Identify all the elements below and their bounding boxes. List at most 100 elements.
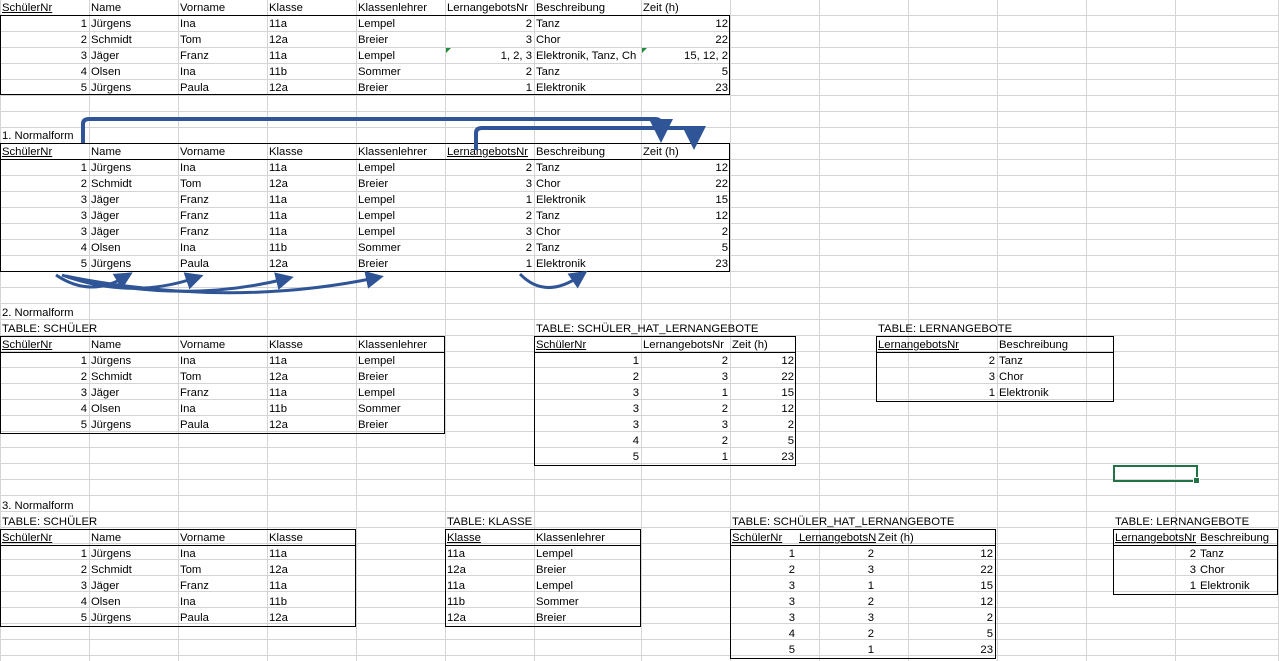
nf1-cell[interactable]: 4 — [2, 240, 89, 256]
nf3-hat-cell[interactable]: 3 — [732, 578, 797, 594]
nf1-cell[interactable]: 12 — [643, 160, 730, 176]
nf2-hat-cell[interactable]: 3 — [536, 385, 641, 401]
nf3-lern-caption[interactable]: TABLE: LERNANGEBOTE — [1115, 514, 1279, 530]
nf1-cell[interactable]: 12 — [643, 208, 730, 224]
nf3-hat-cell[interactable]: 3 — [799, 562, 876, 578]
nf3-hat-header[interactable]: LernangebotsNr — [799, 530, 876, 546]
nf3-klasse-header[interactable]: Klassenlehrer — [536, 530, 641, 546]
original-cell[interactable]: Lempel — [358, 16, 445, 32]
nf2-hat-cell[interactable]: 4 — [536, 433, 641, 449]
nf1-cell[interactable]: Jürgens — [91, 160, 178, 176]
nf3-hat-cell[interactable]: 3 — [732, 610, 797, 626]
nf1-cell[interactable]: Tanz — [536, 160, 641, 176]
nf3-hat-cell[interactable]: 5 — [878, 626, 995, 642]
original-header[interactable]: SchülerNr — [2, 0, 89, 16]
original-header[interactable]: Klasse — [269, 0, 356, 16]
nf1-title[interactable]: 1. Normalform — [2, 128, 120, 144]
nf3-klasse-caption[interactable]: TABLE: KLASSE — [447, 514, 595, 530]
nf1-cell[interactable]: Jäger — [91, 224, 178, 240]
nf3-hat-cell[interactable]: 23 — [878, 642, 995, 658]
nf3-hat-cell[interactable]: 3 — [732, 594, 797, 610]
nf2-schueler-cell[interactable]: Lempel — [358, 353, 445, 369]
original-cell[interactable]: 1, 2, 3 — [447, 48, 534, 64]
original-cell[interactable]: 5 — [2, 80, 89, 96]
nf3-hat-cell[interactable]: 1 — [799, 642, 876, 658]
nf3-schueler-cell[interactable]: 11a — [269, 546, 356, 562]
original-cell[interactable]: Breier — [358, 32, 445, 48]
nf2-hat-header[interactable]: Zeit (h) — [732, 337, 796, 353]
active-cell-selection[interactable] — [1113, 465, 1200, 484]
nf1-cell[interactable]: Lempel — [358, 208, 445, 224]
nf2-schueler-cell[interactable]: Sommer — [358, 401, 445, 417]
original-cell[interactable]: Breier — [358, 80, 445, 96]
nf2-hat-cell[interactable]: 3 — [643, 369, 730, 385]
nf2-schueler-header[interactable]: Name — [91, 337, 178, 353]
nf2-lern-cell[interactable]: 1 — [878, 385, 997, 401]
nf2-schueler-header[interactable]: SchülerNr — [2, 337, 89, 353]
original-cell[interactable]: 11b — [269, 64, 356, 80]
nf1-cell[interactable]: 5 — [643, 240, 730, 256]
nf3-hat-cell[interactable]: 2 — [732, 562, 797, 578]
nf1-cell[interactable]: Olsen — [91, 240, 178, 256]
nf3-schueler-caption[interactable]: TABLE: SCHÜLER — [2, 514, 150, 530]
original-cell[interactable]: 1 — [2, 16, 89, 32]
original-cell[interactable]: Schmidt — [91, 32, 178, 48]
original-header[interactable]: Zeit (h) — [643, 0, 730, 16]
nf1-cell[interactable]: Sommer — [358, 240, 445, 256]
nf3-lern-header[interactable]: LernangebotsNr — [1115, 530, 1198, 546]
original-cell[interactable]: 12a — [269, 32, 356, 48]
nf1-cell[interactable]: Schmidt — [91, 176, 178, 192]
nf3-klasse-cell[interactable]: 11a — [447, 546, 534, 562]
nf2-schueler-cell[interactable]: Jürgens — [91, 353, 178, 369]
nf2-lern-cell[interactable]: Chor — [999, 369, 1113, 385]
nf2-schueler-cell[interactable]: Schmidt — [91, 369, 178, 385]
nf3-schueler-cell[interactable]: Ina — [180, 546, 267, 562]
original-cell[interactable]: 12 — [643, 16, 730, 32]
nf3-schueler-cell[interactable]: 5 — [2, 610, 89, 626]
nf2-lern-cell[interactable]: Tanz — [999, 353, 1113, 369]
nf2-hat-cell[interactable]: 5 — [732, 433, 796, 449]
nf3-hat-cell[interactable]: 2 — [799, 546, 876, 562]
nf3-schueler-cell[interactable]: 2 — [2, 562, 89, 578]
original-cell[interactable]: 12a — [269, 80, 356, 96]
nf2-hat-cell[interactable]: 1 — [643, 449, 730, 465]
nf1-cell[interactable]: Franz — [180, 224, 267, 240]
nf1-cell[interactable]: Elektronik — [536, 192, 641, 208]
nf3-klasse-cell[interactable]: Sommer — [536, 594, 641, 610]
nf1-cell[interactable]: Elektronik — [536, 256, 641, 272]
nf3-schueler-cell[interactable]: Jürgens — [91, 610, 178, 626]
nf2-hat-cell[interactable]: 3 — [536, 417, 641, 433]
nf2-schueler-cell[interactable]: 4 — [2, 401, 89, 417]
nf3-schueler-cell[interactable]: Jäger — [91, 578, 178, 594]
nf3-lern-cell[interactable]: Chor — [1200, 562, 1278, 578]
nf3-klasse-cell[interactable]: 11b — [447, 594, 534, 610]
nf1-cell[interactable]: Lempel — [358, 192, 445, 208]
nf2-hat-cell[interactable]: 5 — [536, 449, 641, 465]
nf3-klasse-cell[interactable]: 12a — [447, 610, 534, 626]
nf1-cell[interactable]: Ina — [180, 240, 267, 256]
nf3-hat-cell[interactable]: 15 — [878, 578, 995, 594]
nf1-cell[interactable]: 11a — [269, 224, 356, 240]
nf1-header[interactable]: Vorname — [180, 144, 267, 160]
original-cell[interactable]: Lempel — [358, 48, 445, 64]
nf2-hat-cell[interactable]: 2 — [643, 353, 730, 369]
nf3-schueler-header[interactable]: Name — [91, 530, 178, 546]
nf1-cell[interactable]: 1 — [447, 256, 534, 272]
nf1-cell[interactable]: 15 — [643, 192, 730, 208]
nf3-schueler-header[interactable]: Klasse — [269, 530, 356, 546]
nf2-hat-cell[interactable]: 2 — [732, 417, 796, 433]
nf1-cell[interactable]: 3 — [2, 224, 89, 240]
nf1-cell[interactable]: Tom — [180, 176, 267, 192]
nf3-hat-cell[interactable]: 2 — [799, 594, 876, 610]
nf1-cell[interactable]: 2 — [447, 208, 534, 224]
nf3-hat-cell[interactable]: 2 — [799, 626, 876, 642]
original-cell[interactable]: 2 — [447, 64, 534, 80]
nf2-schueler-cell[interactable]: 12a — [269, 417, 356, 433]
nf2-schueler-cell[interactable]: Franz — [180, 385, 267, 401]
nf1-cell[interactable]: 23 — [643, 256, 730, 272]
nf2-lern-caption[interactable]: TABLE: LERNANGEBOTE — [878, 321, 1076, 337]
original-cell[interactable]: 3 — [447, 32, 534, 48]
nf1-cell[interactable]: 11a — [269, 192, 356, 208]
nf3-schueler-cell[interactable]: Franz — [180, 578, 267, 594]
nf2-schueler-cell[interactable]: 12a — [269, 369, 356, 385]
